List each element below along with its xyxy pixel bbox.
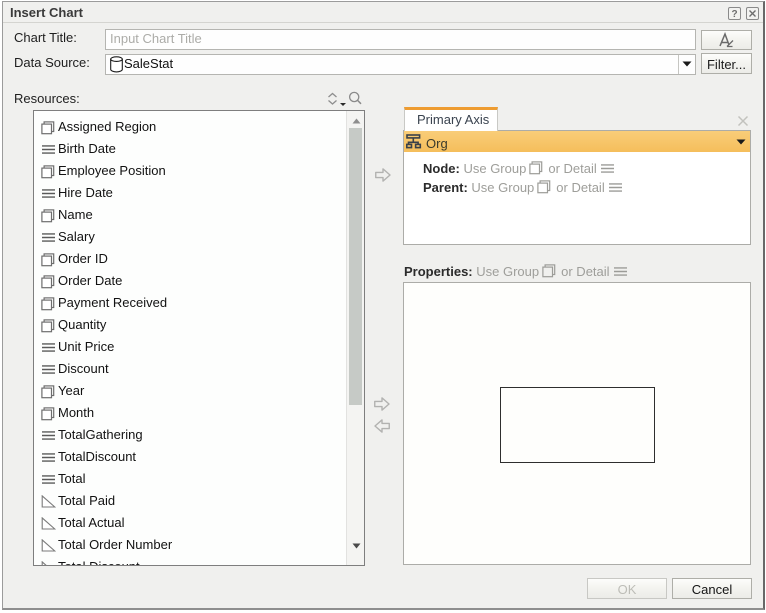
- svg-text:?: ?: [731, 9, 737, 20]
